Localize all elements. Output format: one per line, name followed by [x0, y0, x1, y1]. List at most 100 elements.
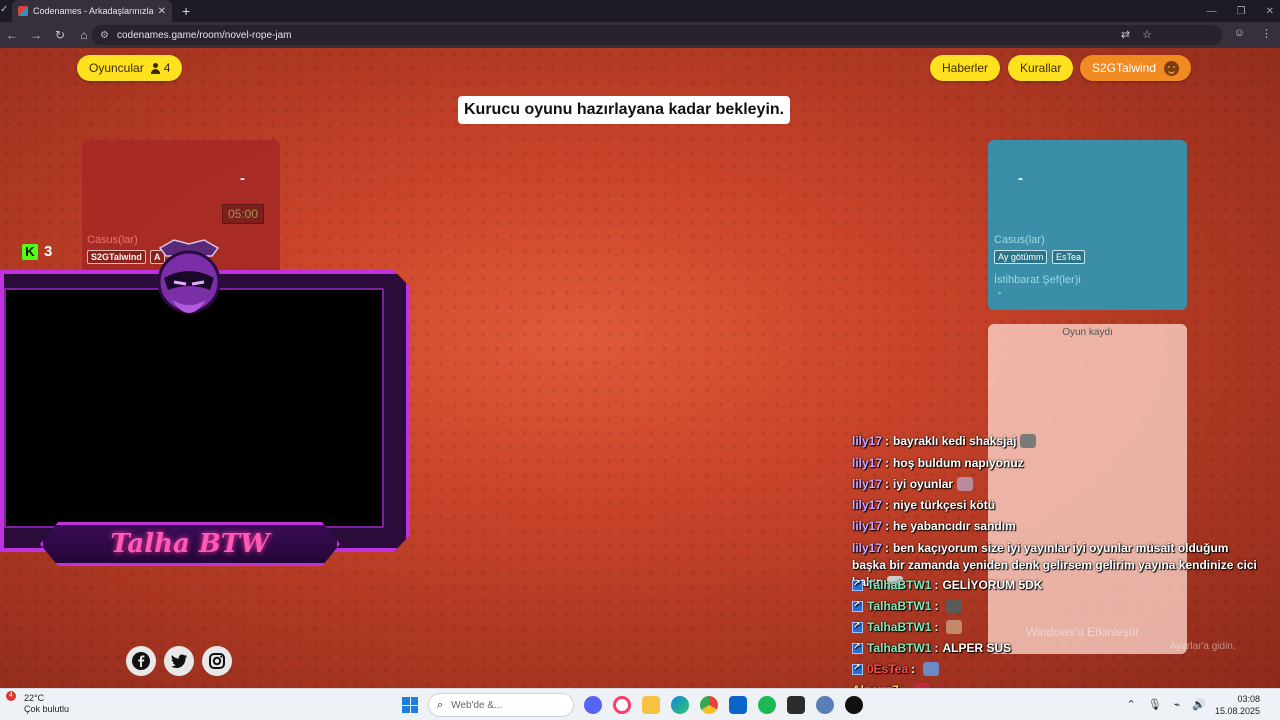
- chat-username: lily17: [852, 477, 883, 491]
- chat-message: lily17: bayraklı kedi shaksjaj: [852, 434, 1037, 448]
- start-windows-icon[interactable]: [402, 697, 418, 713]
- discord-icon[interactable]: [584, 696, 602, 714]
- chat-text: iyi oyunlar: [893, 477, 954, 491]
- smiley-icon: [1164, 60, 1180, 76]
- chat-username: TalhaBTW1: [867, 599, 932, 613]
- chat-emote-icon: [946, 599, 963, 613]
- players-label: Oyuncular: [89, 61, 144, 75]
- forward-arrow-icon[interactable]: →: [24, 28, 48, 42]
- maximize-icon[interactable]: ❐: [1237, 6, 1246, 17]
- taskbar-clock[interactable]: 03:08 15.08.2025: [1215, 693, 1260, 717]
- blue-chief-label: İstihbarat Şef(ler)i: [994, 274, 1081, 286]
- search-icon: ⌕: [437, 698, 444, 711]
- codenames-favicon-icon: [18, 6, 28, 16]
- microphone-icon[interactable]: 🎙: [1148, 698, 1162, 711]
- cloud-icon: 4: [6, 691, 20, 707]
- speaker-icon[interactable]: 🔊: [1192, 698, 1206, 711]
- windows-taskbar: 4 22°C Çok bulutlu ⌕ Web'de &... ⌃ 🎙 ⌁ 🔊…: [0, 688, 1280, 720]
- user-menu-button[interactable]: S2GTalwind: [1080, 55, 1192, 81]
- red-spies-label: Casus(lar): [87, 234, 138, 246]
- browser-tab[interactable]: Codenames - Arkadaşlarınızla ç ✕: [12, 0, 172, 22]
- chat-username: lily17: [852, 519, 883, 533]
- minimize-icon[interactable]: —: [1207, 6, 1217, 17]
- reload-icon[interactable]: ↻: [48, 28, 72, 42]
- ninja-logo-icon: [157, 239, 221, 314]
- chat-username: TalhaBTW1: [867, 620, 932, 634]
- chat-username: lily17: [852, 456, 883, 470]
- chat-text: he yabancıdır sandım: [893, 519, 1016, 533]
- window-controls: — ❐ ✕: [1207, 0, 1274, 22]
- system-tray: ⌃ 🎙 ⌁ 🔊: [1126, 698, 1206, 711]
- network-icon[interactable]: ⌁: [1174, 698, 1181, 711]
- edge-icon[interactable]: [671, 696, 689, 714]
- close-window-icon[interactable]: ✕: [1266, 6, 1274, 17]
- blue-chief-value: -: [998, 288, 1002, 299]
- chat-emote-icon: [957, 477, 974, 491]
- chat-badge-icon: [852, 662, 863, 675]
- turn-timer: 05:00: [222, 204, 264, 224]
- chat-message: lily17: iyi oyunlar: [852, 477, 974, 491]
- chat-text: niye türkçesi kötü: [893, 498, 996, 512]
- rules-label: Kurallar: [1020, 61, 1062, 75]
- opera-icon[interactable]: [613, 696, 631, 714]
- chat-separator: :: [934, 578, 939, 592]
- translate-icon[interactable]: ⇄: [1121, 28, 1130, 41]
- chat-separator: :: [885, 498, 890, 512]
- facebook-icon: [126, 646, 156, 676]
- chat-username: lily17: [852, 541, 883, 555]
- streamer-logo: [152, 234, 226, 326]
- activation-watermark-text: Ayarlar'a gidin.: [1170, 641, 1236, 652]
- game-page: Oyuncular 4 Haberler Kurallar S2GTalwind…: [0, 48, 1280, 688]
- url-field[interactable]: ⚙ codenames.game/room/novel-rope-jam ⇄ ☆: [92, 25, 1222, 45]
- address-bar-row: ← → ↻ ⌂ ⚙ codenames.game/room/novel-rope…: [0, 22, 1280, 48]
- chat-badge-icon: [852, 620, 863, 633]
- weather-widget[interactable]: 4 22°C Çok bulutlu: [6, 691, 69, 715]
- close-tab-icon[interactable]: ✕: [158, 6, 166, 17]
- url-actions: ⇄ ☆: [1121, 28, 1152, 41]
- back-arrow-icon[interactable]: ←: [0, 28, 24, 42]
- site-info-icon[interactable]: ⚙: [100, 30, 109, 41]
- news-label: Haberler: [942, 61, 989, 75]
- profile-icon[interactable]: ☺: [1234, 27, 1245, 40]
- chat-separator: :: [885, 456, 890, 470]
- obs-app-icon[interactable]: [787, 696, 805, 714]
- chat-text: ALPER SUS: [942, 641, 1012, 655]
- taskbar-search[interactable]: ⌕ Web'de &...: [428, 693, 574, 717]
- blue-member-chip: Ay götümm: [994, 250, 1048, 264]
- chat-separator: :: [885, 477, 890, 491]
- outlook-icon[interactable]: [729, 696, 747, 714]
- chat-separator: :: [885, 434, 890, 448]
- chat-badge-icon: [852, 641, 863, 654]
- chat-text: hoş buldum napıyonuz: [893, 456, 1024, 470]
- chat-emote-icon: [1020, 434, 1037, 448]
- chat-separator: :: [934, 620, 939, 634]
- blue-member-chip: EsTea: [1052, 250, 1086, 264]
- bookmark-star-icon[interactable]: ☆: [1142, 28, 1152, 41]
- menu-dots-icon[interactable]: ⋮: [1261, 27, 1272, 40]
- players-button[interactable]: Oyuncular 4: [77, 55, 183, 81]
- social-links: [126, 646, 232, 676]
- tab-list-icon[interactable]: ✓: [0, 4, 8, 15]
- chrome-icon[interactable]: [700, 696, 718, 714]
- settings-gear-icon[interactable]: [816, 696, 834, 714]
- chat-message: TalhaBTW1:ALPER SUS: [852, 641, 1011, 655]
- obs-studio-icon[interactable]: [845, 696, 863, 714]
- tray-chevron-up-icon[interactable]: ⌃: [1126, 698, 1135, 711]
- chat-separator: :: [885, 541, 890, 555]
- red-member-chip: S2GTalwind: [87, 250, 146, 264]
- news-button[interactable]: Haberler: [930, 55, 1001, 81]
- twitter-icon: [164, 646, 194, 676]
- new-tab-icon[interactable]: +: [182, 3, 190, 19]
- clock-time: 03:08: [1237, 694, 1260, 704]
- spotify-icon[interactable]: [758, 696, 776, 714]
- chat-text: bayraklı kedi shaksjaj: [893, 434, 1017, 448]
- file-explorer-icon[interactable]: [642, 696, 660, 714]
- chat-username: TalhaBTW1: [867, 578, 932, 592]
- tab-title: Codenames - Arkadaşlarınızla ç: [33, 6, 154, 16]
- chat-username: 0EsTea: [867, 662, 909, 676]
- search-placeholder: Web'de &...: [451, 699, 503, 711]
- rules-button[interactable]: Kurallar: [1008, 55, 1074, 81]
- chat-message: TalhaBTW1:: [852, 620, 963, 634]
- clock-date: 15.08.2025: [1214, 706, 1260, 716]
- game-log-panel: Oyun kaydı: [988, 324, 1187, 654]
